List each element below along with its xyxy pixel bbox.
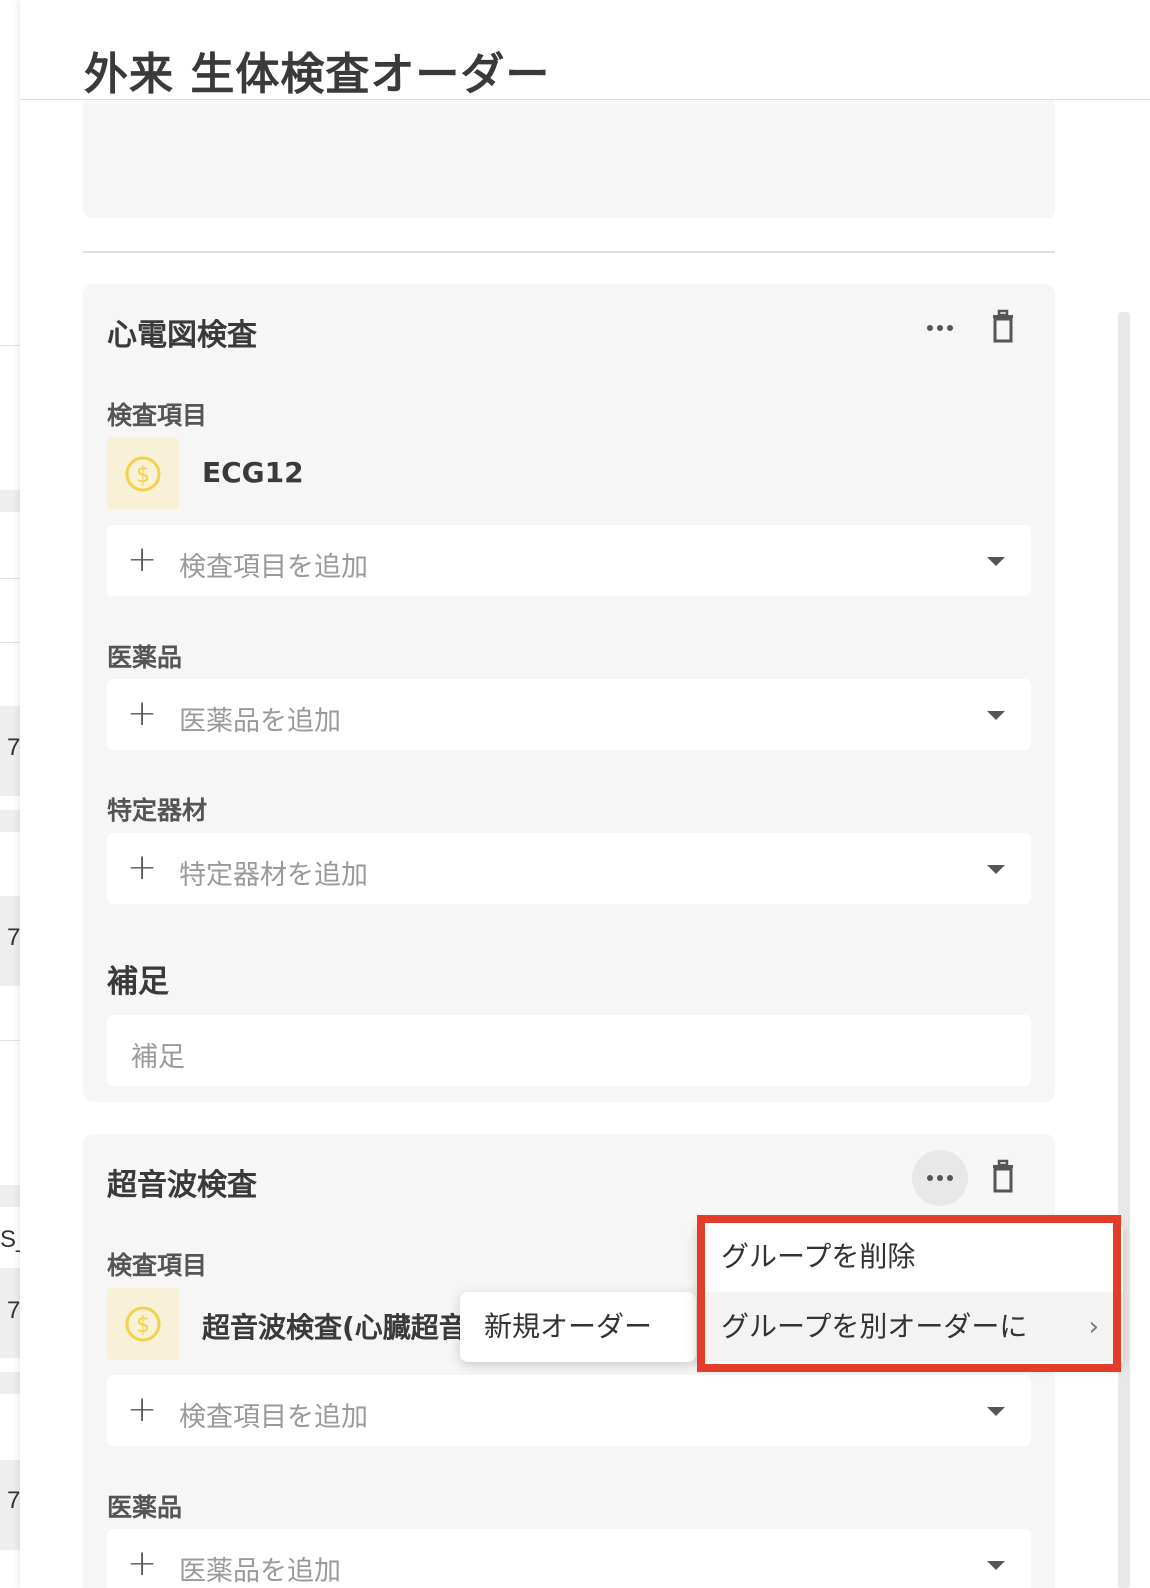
scrollbar[interactable] xyxy=(1118,312,1130,1588)
drugs-label: 医薬品 xyxy=(107,643,183,672)
coin-icon: $ xyxy=(107,438,179,510)
add-exam-item-placeholder: 検査項目を追加 xyxy=(179,1402,368,1433)
more-options-button[interactable] xyxy=(912,1150,968,1206)
exam-items-label: 検査項目 xyxy=(107,1251,208,1280)
more-options-button[interactable] xyxy=(912,300,968,356)
caret-down-icon xyxy=(987,557,1005,566)
add-exam-item-select[interactable]: + 検査項目を追加 xyxy=(107,1375,1031,1446)
group-title: 心電図検査 xyxy=(107,318,257,353)
move-group-submenu: 新規オーダー xyxy=(460,1292,696,1362)
add-exam-item-select[interactable]: + 検査項目を追加 xyxy=(107,525,1031,596)
bg-text-fragment: 7 xyxy=(7,734,20,761)
bg-divider xyxy=(0,345,20,346)
bg-divider xyxy=(0,1040,20,1041)
drugs-label: 医薬品 xyxy=(107,1493,183,1522)
exam-item-row: $ ECG12 xyxy=(107,438,1027,510)
section-divider xyxy=(83,251,1055,253)
plus-icon: + xyxy=(127,1389,158,1430)
plus-icon: + xyxy=(127,1543,158,1584)
bg-text-fragment: 7 xyxy=(7,924,20,951)
add-exam-item-placeholder: 検査項目を追加 xyxy=(179,552,368,583)
chevron-right-icon: › xyxy=(1088,1312,1099,1342)
caret-down-icon xyxy=(987,1407,1005,1416)
more-horizontal-icon xyxy=(927,1175,933,1181)
menu-item-move-group[interactable]: グループを別オーダーに › xyxy=(697,1292,1123,1362)
bg-text-fragment: 7 xyxy=(7,1297,20,1324)
note-label: 補足 xyxy=(107,964,169,1000)
exam-item-name: 超音波検査(心臓超音 xyxy=(202,1311,467,1344)
background-page: 7 7 S_ 7 7 xyxy=(0,0,20,1588)
note-placeholder: 補足 xyxy=(131,1042,185,1073)
bg-band xyxy=(0,490,20,512)
bg-band xyxy=(0,1372,20,1394)
trash-icon[interactable] xyxy=(983,1158,1023,1198)
materials-label: 特定器材 xyxy=(107,796,208,825)
add-drug-placeholder: 医薬品を追加 xyxy=(179,706,341,737)
add-material-placeholder: 特定器材を追加 xyxy=(179,860,368,891)
add-material-select[interactable]: + 特定器材を追加 xyxy=(107,833,1031,904)
add-drug-select[interactable]: + 医薬品を追加 xyxy=(107,679,1031,750)
page-title: 外来 生体検査オーダー xyxy=(84,49,551,100)
note-input[interactable]: 補足 xyxy=(107,1015,1031,1086)
svg-text:$: $ xyxy=(136,463,150,488)
more-horizontal-icon xyxy=(927,325,933,331)
bg-band xyxy=(0,1185,20,1207)
menu-item-delete-group[interactable]: グループを削除 xyxy=(697,1222,1123,1292)
bg-divider xyxy=(0,642,20,643)
caret-down-icon xyxy=(987,1561,1005,1570)
add-drug-placeholder: 医薬品を追加 xyxy=(179,1556,341,1587)
bg-text-fragment: 7 xyxy=(7,1487,20,1514)
previous-section-box xyxy=(83,100,1055,218)
trash-icon[interactable] xyxy=(983,308,1023,348)
menu-item-label: グループを別オーダーに xyxy=(721,1310,1028,1343)
plus-icon: + xyxy=(127,539,158,580)
exam-group-ecg: 心電図検査 検査項目 $ ECG12 + 検査項目を追加 医薬品 + 医薬品を追… xyxy=(83,284,1055,1102)
plus-icon: + xyxy=(127,847,158,888)
caret-down-icon xyxy=(987,865,1005,874)
menu-item-new-order[interactable]: 新規オーダー xyxy=(460,1292,696,1362)
menu-item-label: グループを削除 xyxy=(721,1240,916,1273)
coin-icon: $ xyxy=(107,1288,179,1360)
exam-items-label: 検査項目 xyxy=(107,401,208,430)
bg-band xyxy=(0,810,20,832)
drawer-header: 外来 生体検査オーダー xyxy=(20,0,1150,100)
bg-divider xyxy=(0,578,20,579)
bg-text-fragment: S_ xyxy=(0,1226,20,1253)
svg-text:$: $ xyxy=(136,1313,150,1338)
group-title: 超音波検査 xyxy=(107,1168,257,1203)
add-drug-select[interactable]: + 医薬品を追加 xyxy=(107,1529,1031,1588)
exam-item-name: ECG12 xyxy=(202,456,304,489)
plus-icon: + xyxy=(127,693,158,734)
group-options-menu: グループを削除 グループを別オーダーに › xyxy=(697,1222,1123,1364)
caret-down-icon xyxy=(987,711,1005,720)
